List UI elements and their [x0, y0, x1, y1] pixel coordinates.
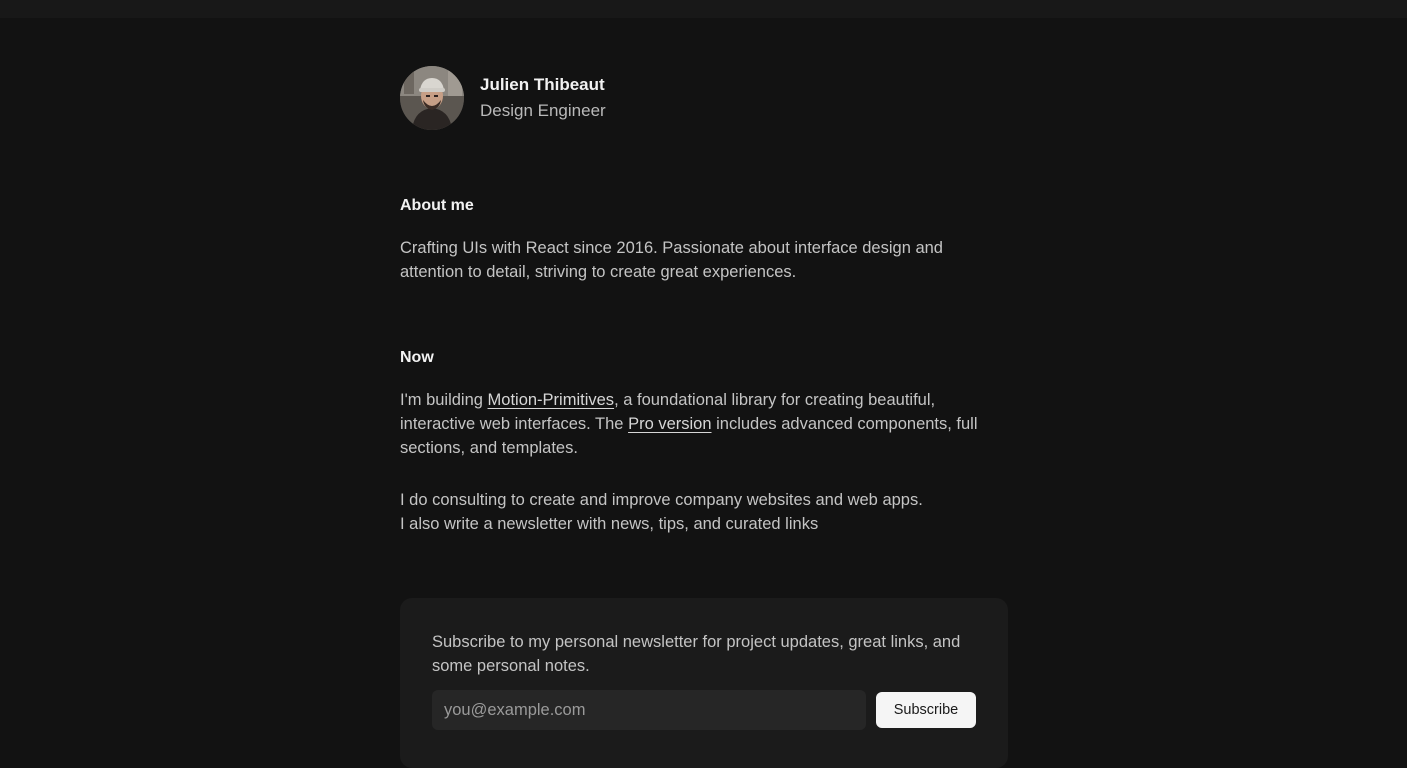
- about-text: Crafting UIs with React since 2016. Pass…: [400, 239, 943, 281]
- newsletter-description: Subscribe to my personal newsletter for …: [432, 633, 961, 675]
- now-section: Now I'm building Motion-Primitives, a fo…: [400, 348, 1008, 536]
- profile-name: Julien Thibeaut: [480, 75, 605, 94]
- consulting-line: I do consulting to create and improve co…: [400, 491, 923, 509]
- email-input[interactable]: [432, 690, 866, 730]
- pro-version-link[interactable]: Pro version: [628, 415, 711, 433]
- now-paragraph-consulting: I do consulting to create and improve co…: [400, 488, 1008, 536]
- main-content: Julien Thibeaut Design Engineer About me…: [400, 66, 1008, 533]
- now-text-prefix: I'm building: [400, 391, 488, 409]
- now-paragraph-building: I'm building Motion-Primitives, a founda…: [400, 388, 1005, 460]
- about-section: About me Crafting UIs with React since 2…: [400, 196, 1008, 284]
- avatar-photo-icon: [400, 66, 464, 130]
- newsletter-line: I also write a newsletter with news, tip…: [400, 515, 819, 533]
- browser-top-bar: [0, 0, 1407, 18]
- about-heading: About me: [400, 197, 474, 214]
- profile-header: Julien Thibeaut Design Engineer: [400, 66, 1008, 130]
- now-heading: Now: [400, 349, 434, 366]
- profile-identity: Julien Thibeaut Design Engineer: [480, 74, 606, 122]
- subscribe-button[interactable]: Subscribe: [876, 692, 976, 728]
- avatar: [400, 66, 464, 130]
- newsletter-card: Subscribe to my personal newsletter for …: [400, 598, 1008, 768]
- motion-primitives-link[interactable]: Motion-Primitives: [488, 391, 615, 409]
- profile-role: Design Engineer: [480, 101, 606, 120]
